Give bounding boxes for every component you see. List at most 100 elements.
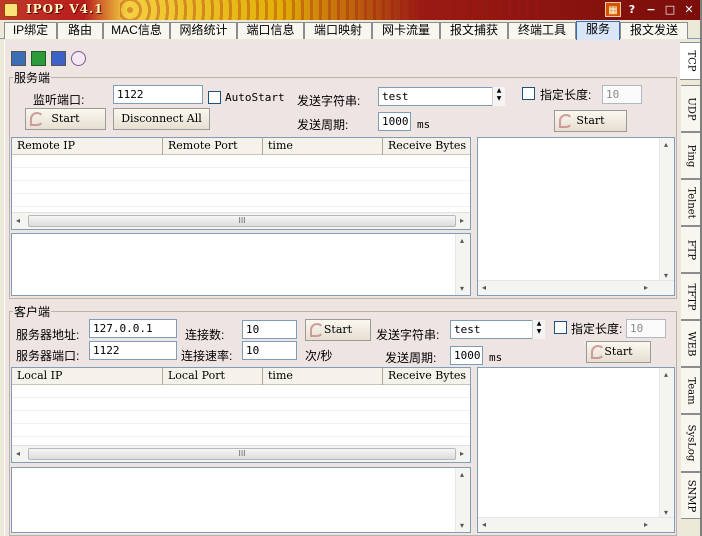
server-fixed-length-label: 指定长度: (540, 88, 592, 102)
column-time[interactable]: time (263, 138, 383, 155)
help-button[interactable]: ? (624, 2, 640, 17)
server-log-vscrollbar[interactable]: ▴ ▾ (455, 234, 470, 295)
tab-port-info[interactable]: 端口信息 (237, 22, 304, 39)
side-tab-tftp[interactable]: TFTP (681, 273, 701, 320)
scroll-left-icon[interactable]: ◂ (482, 520, 486, 529)
computer-arrow-icon[interactable] (51, 51, 66, 66)
tab-ip-binding[interactable]: IP绑定 (4, 22, 57, 39)
send-string-input[interactable]: test (378, 87, 505, 106)
send-string-spinner[interactable]: ▲ ▼ (492, 87, 505, 106)
send-period-input[interactable]: 1000 (378, 112, 411, 131)
client-connect-start-button[interactable]: Start (305, 319, 371, 341)
scroll-left-icon[interactable]: ◂ (16, 216, 20, 225)
scroll-right-icon[interactable]: ▸ (460, 449, 464, 458)
maximize-button[interactable]: □ (662, 2, 678, 17)
client-send-period-label: 发送周期: (385, 351, 437, 365)
server-connection-list[interactable]: Remote IP Remote Port time Receive Bytes… (11, 137, 471, 230)
scroll-down-icon[interactable]: ▾ (664, 271, 668, 280)
side-tab-web[interactable]: WEB (681, 320, 701, 367)
client-send-start-button[interactable]: Start (586, 341, 651, 363)
listen-port-input[interactable]: 1122 (113, 85, 203, 104)
client-connection-list[interactable]: Local IP Local Port time Receive Bytes ◂… (11, 367, 471, 463)
column-local-port[interactable]: Local Port (163, 368, 263, 385)
side-tab-ping[interactable]: Ping (681, 132, 701, 179)
connections-label: 连接数: (185, 328, 225, 342)
monitor-icon[interactable] (11, 51, 26, 66)
network-card-icon[interactable] (31, 51, 46, 66)
scroll-thumb[interactable]: III (28, 215, 456, 227)
client-fixed-length-input[interactable]: 10 (626, 319, 666, 338)
column-receive-bytes[interactable]: Receive Bytes (383, 138, 470, 155)
tab-port-mapping[interactable]: 端口映射 (304, 22, 372, 39)
title-bar[interactable]: IPOP V4.1 ▦ ? − □ ✕ (0, 0, 702, 20)
scroll-down-icon[interactable]: ▾ (460, 521, 464, 530)
pin-icon[interactable]: ▦ (605, 2, 621, 17)
server-received-textarea[interactable]: ▴ ▾ ◂ ▸ (477, 137, 675, 296)
server-received-vscrollbar[interactable]: ▴ ▾ (659, 138, 674, 282)
side-tab-telnet[interactable]: Telnet (681, 179, 701, 226)
column-remote-ip[interactable]: Remote IP (12, 138, 163, 155)
tab-packet-send[interactable]: 报文发送 (620, 22, 688, 39)
scroll-up-icon[interactable]: ▴ (664, 370, 668, 379)
tab-mac-info[interactable]: MAC信息 (103, 22, 170, 39)
side-tab-syslog[interactable]: SysLog (681, 414, 701, 472)
tab-service[interactable]: 服务 (576, 21, 620, 40)
side-tab-udp[interactable]: UDP (681, 85, 701, 132)
server-send-start-button[interactable]: Start (554, 110, 627, 132)
rate-input[interactable]: 10 (242, 341, 297, 360)
column-time[interactable]: time (263, 368, 383, 385)
scroll-left-icon[interactable]: ◂ (16, 449, 20, 458)
client-log-vscrollbar[interactable]: ▴ ▾ (455, 468, 470, 532)
client-fixed-length-checkbox[interactable] (554, 321, 567, 334)
tab-route[interactable]: 路由 (57, 22, 103, 39)
autostart-checkbox[interactable] (208, 91, 221, 104)
client-received-vscrollbar[interactable]: ▴ ▾ (659, 368, 674, 519)
server-log-textarea[interactable]: ▴ ▾ (11, 233, 471, 296)
column-local-ip[interactable]: Local IP (12, 368, 163, 385)
server-fixed-length-input[interactable]: 10 (602, 85, 642, 104)
server-address-input[interactable]: 127.0.0.1 (89, 319, 177, 338)
tab-terminal-tools[interactable]: 终端工具 (508, 22, 576, 39)
tab-network-stats[interactable]: 网络统计 (170, 22, 237, 39)
server-list-hscrollbar[interactable]: ◂ III ▸ (12, 212, 470, 229)
server-port-label: 服务器端口: (16, 349, 80, 363)
connections-input[interactable]: 10 (242, 320, 297, 339)
scroll-right-icon[interactable]: ▸ (644, 520, 648, 529)
minimize-button[interactable]: − (643, 2, 659, 17)
column-remote-port[interactable]: Remote Port (163, 138, 263, 155)
scroll-right-icon[interactable]: ▸ (644, 283, 648, 292)
client-send-string-input[interactable]: test (450, 320, 545, 339)
close-button[interactable]: ✕ (681, 2, 697, 17)
scroll-up-icon[interactable]: ▴ (460, 470, 464, 479)
server-received-hscrollbar[interactable]: ◂ ▸ (478, 280, 674, 295)
scroll-left-icon[interactable]: ◂ (482, 283, 486, 292)
scroll-up-icon[interactable]: ▴ (664, 140, 668, 149)
side-tab-tcp[interactable]: TCP (680, 42, 702, 80)
server-port-input[interactable]: 1122 (89, 341, 177, 360)
server-start-button[interactable]: Start (25, 108, 106, 130)
client-received-textarea[interactable]: ▴ ▾ ◂ ▸ (477, 367, 675, 533)
scroll-down-icon[interactable]: ▾ (664, 508, 668, 517)
side-tab-ftp[interactable]: FTP (681, 226, 701, 273)
title-bar-pattern (120, 0, 540, 20)
client-send-period-input[interactable]: 1000 (450, 346, 483, 365)
tab-nic-traffic[interactable]: 网卡流量 (372, 22, 440, 39)
side-tab-snmp[interactable]: SNMP (681, 472, 701, 519)
scroll-down-icon[interactable]: ▾ (460, 284, 464, 293)
server-fixed-length-checkbox[interactable] (522, 87, 535, 100)
column-receive-bytes[interactable]: Receive Bytes (383, 368, 470, 385)
client-send-string-spinner[interactable]: ▲ ▼ (532, 320, 545, 339)
client-log-textarea[interactable]: ▴ ▾ (11, 467, 471, 533)
disconnect-all-button[interactable]: Disconnect All (113, 108, 210, 130)
tab-packet-capture[interactable]: 报文捕获 (440, 22, 508, 39)
scroll-thumb[interactable]: III (28, 448, 456, 460)
table-row (12, 182, 470, 194)
scroll-right-icon[interactable]: ▸ (460, 216, 464, 225)
table-row (12, 195, 470, 207)
service-panel: 服务端 监听端口: 1122 AutoStart 发送字符串: test ▲ ▼ … (4, 40, 680, 536)
side-tab-team[interactable]: Team (681, 367, 701, 414)
client-received-hscrollbar[interactable]: ◂ ▸ (478, 517, 674, 532)
magnifier-icon[interactable] (71, 51, 86, 66)
client-list-hscrollbar[interactable]: ◂ III ▸ (12, 445, 470, 462)
scroll-up-icon[interactable]: ▴ (460, 236, 464, 245)
